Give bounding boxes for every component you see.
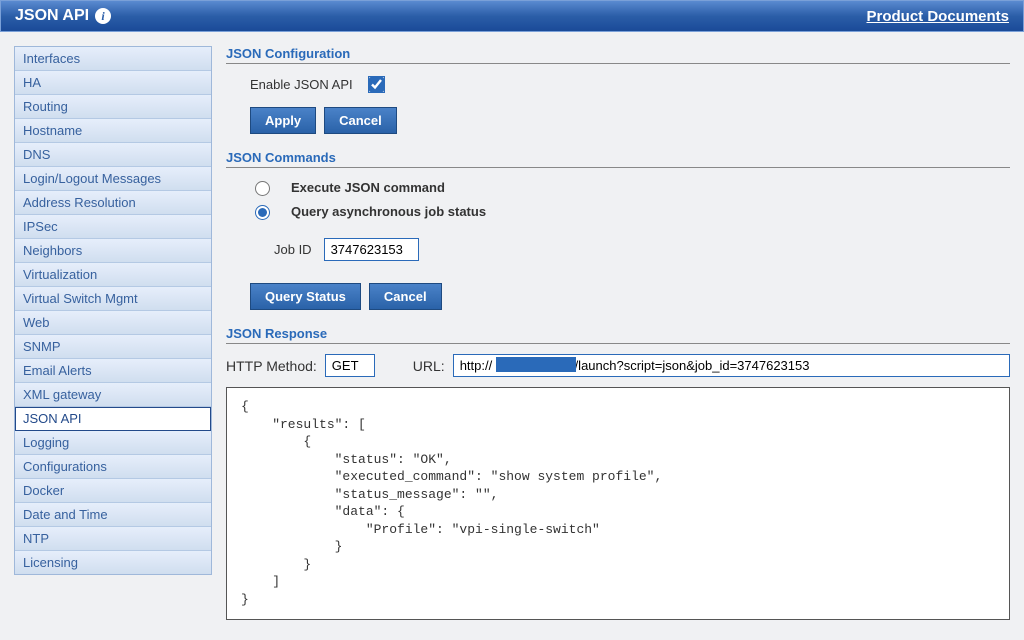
sidebar-item-hostname[interactable]: Hostname: [15, 119, 211, 143]
cancel-command-button[interactable]: Cancel: [369, 283, 442, 310]
query-status-button[interactable]: Query Status: [250, 283, 361, 310]
execute-command-label: Execute JSON command: [291, 180, 445, 195]
sidebar-item-ha[interactable]: HA: [15, 71, 211, 95]
http-method-label: HTTP Method:: [226, 358, 317, 374]
response-body: { "results": [ { "status": "OK", "execut…: [226, 387, 1010, 620]
sidebar-item-logging[interactable]: Logging: [15, 431, 211, 455]
section-title-commands: JSON Commands: [226, 150, 1010, 168]
sidebar: InterfacesHARoutingHostnameDNSLogin/Logo…: [14, 46, 212, 575]
enable-json-label: Enable JSON API: [250, 77, 353, 92]
sidebar-item-interfaces[interactable]: Interfaces: [15, 47, 211, 71]
sidebar-item-login-logout-messages[interactable]: Login/Logout Messages: [15, 167, 211, 191]
sidebar-item-xml-gateway[interactable]: XML gateway: [15, 383, 211, 407]
sidebar-item-ntp[interactable]: NTP: [15, 527, 211, 551]
apply-button[interactable]: Apply: [250, 107, 316, 134]
cancel-config-button[interactable]: Cancel: [324, 107, 397, 134]
job-id-label: Job ID: [274, 242, 312, 257]
section-title-config: JSON Configuration: [226, 46, 1010, 64]
sidebar-item-email-alerts[interactable]: Email Alerts: [15, 359, 211, 383]
url-label: URL:: [413, 358, 445, 374]
sidebar-item-ipsec[interactable]: IPSec: [15, 215, 211, 239]
sidebar-item-web[interactable]: Web: [15, 311, 211, 335]
url-input[interactable]: [453, 354, 1010, 377]
query-status-radio[interactable]: [255, 205, 270, 220]
sidebar-item-docker[interactable]: Docker: [15, 479, 211, 503]
page-title-wrap: JSON API i: [15, 7, 111, 25]
section-title-response: JSON Response: [226, 326, 1010, 344]
execute-command-radio[interactable]: [255, 181, 270, 196]
sidebar-item-neighbors[interactable]: Neighbors: [15, 239, 211, 263]
http-method-input[interactable]: [325, 354, 375, 377]
sidebar-item-date-and-time[interactable]: Date and Time: [15, 503, 211, 527]
info-icon[interactable]: i: [95, 8, 111, 24]
sidebar-item-dns[interactable]: DNS: [15, 143, 211, 167]
job-id-input[interactable]: [324, 238, 419, 261]
product-documents-link[interactable]: Product Documents: [866, 8, 1009, 25]
sidebar-item-snmp[interactable]: SNMP: [15, 335, 211, 359]
query-status-label: Query asynchronous job status: [291, 204, 486, 219]
page-title: JSON API: [15, 7, 89, 25]
main-content: JSON Configuration Enable JSON API Apply…: [226, 46, 1010, 620]
sidebar-item-json-api[interactable]: JSON API: [15, 407, 211, 431]
sidebar-item-address-resolution[interactable]: Address Resolution: [15, 191, 211, 215]
enable-json-checkbox[interactable]: [369, 77, 384, 92]
sidebar-item-virtual-switch-mgmt[interactable]: Virtual Switch Mgmt: [15, 287, 211, 311]
page-header: JSON API i Product Documents: [0, 0, 1024, 32]
sidebar-item-virtualization[interactable]: Virtualization: [15, 263, 211, 287]
sidebar-item-configurations[interactable]: Configurations: [15, 455, 211, 479]
sidebar-item-licensing[interactable]: Licensing: [15, 551, 211, 574]
sidebar-item-routing[interactable]: Routing: [15, 95, 211, 119]
